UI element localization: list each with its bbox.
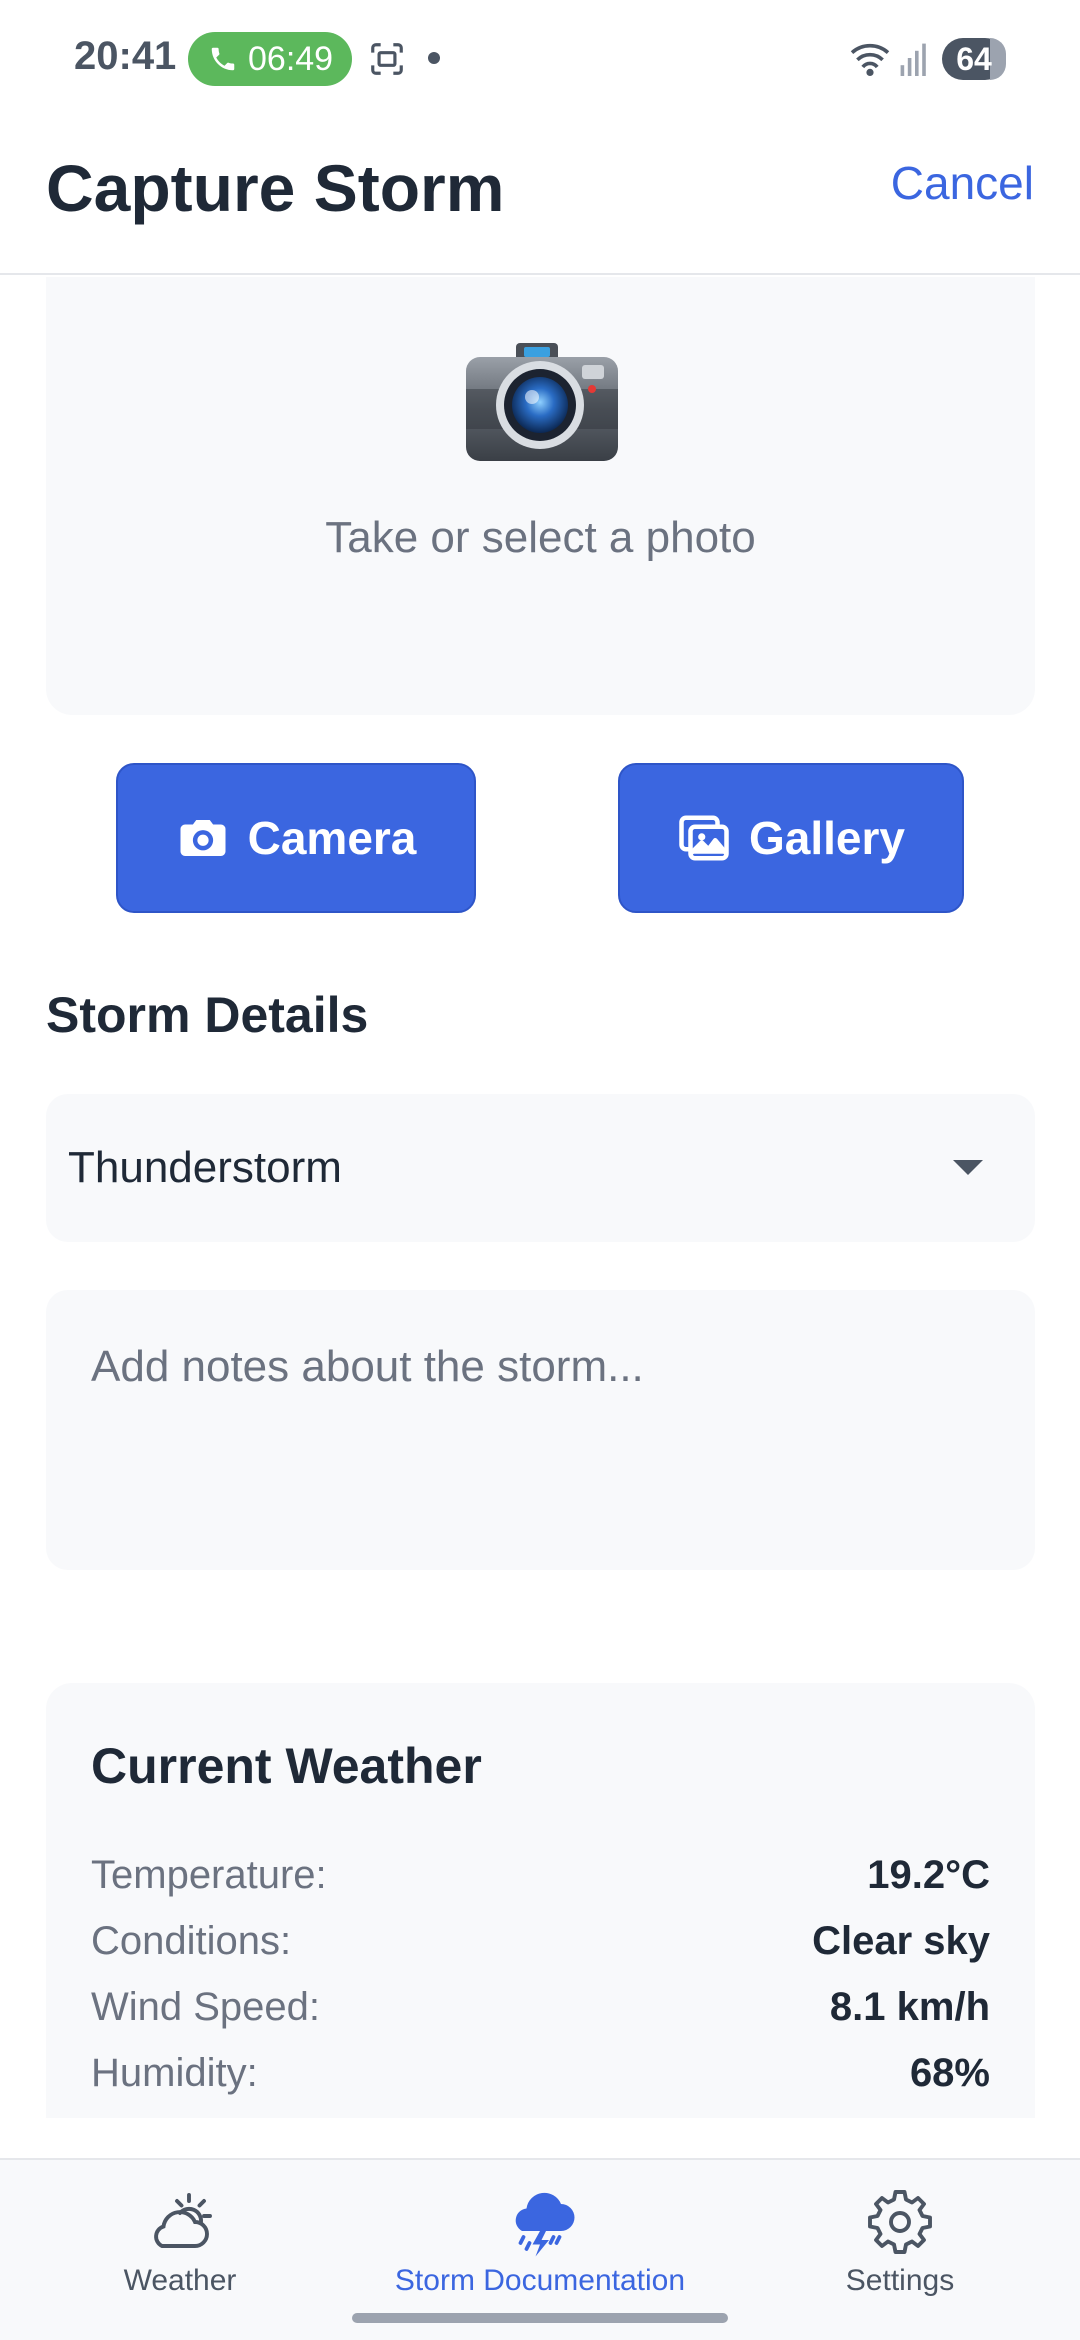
storm-type-select[interactable]: Thunderstorm xyxy=(46,1094,1035,1242)
signal-icon xyxy=(900,43,926,76)
weather-row-temperature: Temperature: 19.2°C xyxy=(91,1853,990,1903)
weather-card-title: Current Weather xyxy=(91,1738,482,1794)
photo-dropzone[interactable]: Take or select a photo xyxy=(46,277,1035,715)
nav-label: Weather xyxy=(123,2264,237,2297)
weather-row-conditions: Conditions: Clear sky xyxy=(91,1919,990,1969)
gallery-button-label: Gallery xyxy=(749,812,905,864)
battery-level: 64 xyxy=(956,40,992,77)
photo-prompt: Take or select a photo xyxy=(325,513,756,562)
partly-cloudy-icon xyxy=(154,2193,212,2248)
header: Capture Storm Cancel xyxy=(0,120,1080,275)
notes-textarea[interactable]: Add notes about the storm... xyxy=(46,1290,1035,1570)
camera-button-label: Camera xyxy=(247,812,417,864)
cancel-button[interactable]: Cancel xyxy=(891,156,1034,210)
page-title: Capture Storm xyxy=(46,151,505,225)
weather-label: Humidity: xyxy=(91,2051,258,2095)
notification-dot xyxy=(428,52,440,64)
nav-item-storm-documentation[interactable]: Storm Documentation xyxy=(390,2186,690,2298)
screenshot-icon xyxy=(371,43,403,75)
notes-placeholder: Add notes about the storm... xyxy=(91,1342,644,1391)
gear-icon xyxy=(868,2190,932,2254)
images-icon xyxy=(679,815,729,861)
home-indicator[interactable] xyxy=(352,2313,728,2323)
weather-row-humidity: Humidity: 68% xyxy=(91,2051,990,2101)
weather-value: 68% xyxy=(909,2051,990,2095)
camera-button[interactable]: Camera xyxy=(116,763,476,913)
wifi-icon xyxy=(850,43,890,76)
storm-type-value: Thunderstorm xyxy=(68,1143,342,1192)
weather-label: Conditions: xyxy=(91,1919,292,1963)
weather-label: Temperature: xyxy=(91,1853,327,1897)
call-timer: 06:49 xyxy=(248,39,334,78)
battery-indicator: 64 xyxy=(942,38,1006,80)
weather-value: 19.2°C xyxy=(867,1853,990,1897)
camera-icon xyxy=(180,820,226,856)
weather-value: 8.1 km/h xyxy=(829,1985,990,2029)
weather-row-wind-speed: Wind Speed: 8.1 km/h xyxy=(91,1985,990,2035)
nav-label: Settings xyxy=(845,2264,955,2297)
weather-value: Clear sky xyxy=(812,1919,990,1963)
status-bar: 20:41 06:49 64 xyxy=(0,0,1080,120)
dropdown-arrow-icon xyxy=(953,1160,983,1175)
nav-item-weather[interactable]: Weather xyxy=(120,2186,240,2298)
phone-icon xyxy=(211,47,235,71)
gallery-button[interactable]: Gallery xyxy=(618,763,964,913)
nav-item-settings[interactable]: Settings xyxy=(840,2186,960,2298)
camera-illustration-icon xyxy=(466,343,618,461)
nav-label: Storm Documentation xyxy=(394,2264,686,2297)
storm-details-heading: Storm Details xyxy=(46,987,369,1043)
status-time: 20:41 xyxy=(74,34,177,78)
current-weather-card: Current Weather Temperature: 19.2°C Cond… xyxy=(46,1683,1035,2118)
weather-label: Wind Speed: xyxy=(91,1985,321,2029)
call-indicator[interactable]: 06:49 xyxy=(188,32,352,86)
storm-cloud-icon xyxy=(515,2192,575,2257)
